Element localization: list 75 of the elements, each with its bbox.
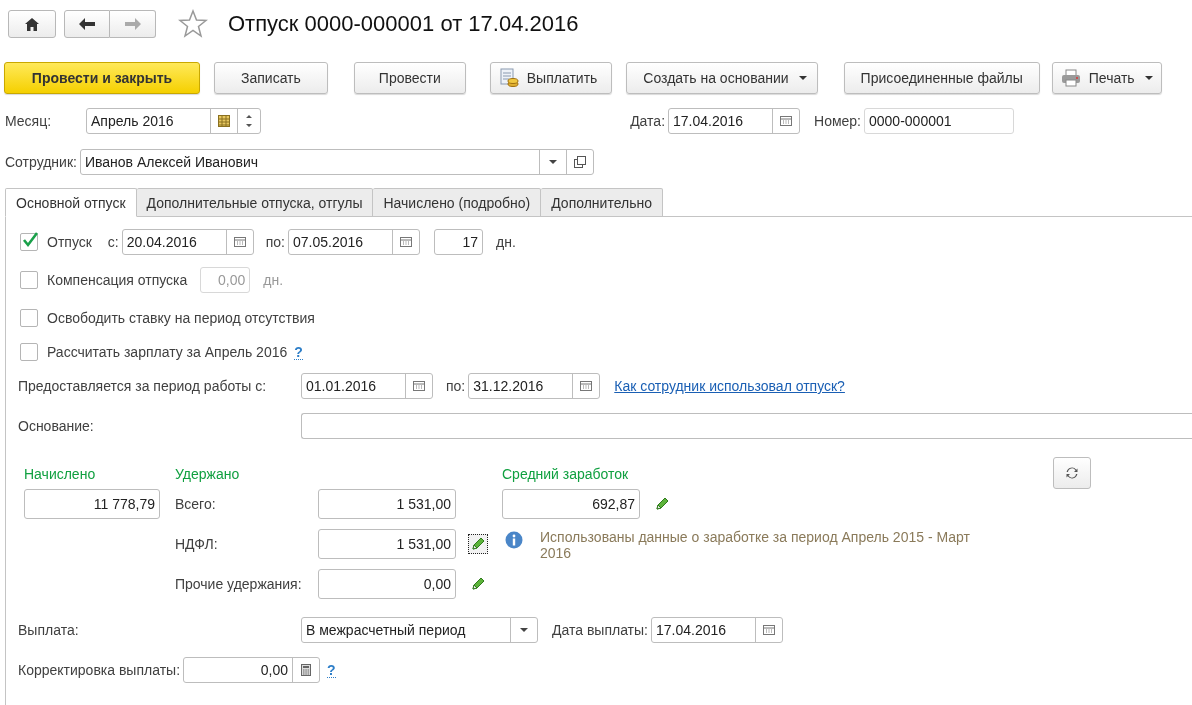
month-label: Месяц: xyxy=(5,113,53,129)
tab[interactable]: Начислено (подробно) xyxy=(373,188,542,217)
tab[interactable]: Дополнительные отпуска, отгулы xyxy=(136,188,374,217)
toolbar-button[interactable]: Создать на основании xyxy=(626,62,818,94)
window-title: Отпуск 0000-000001 от 17.04.2016 xyxy=(228,11,579,37)
checkbox-label[interactable]: Рассчитать зарплату за Апрель 2016 xyxy=(47,344,288,360)
star-icon[interactable] xyxy=(178,9,208,39)
checkbox[interactable] xyxy=(20,343,38,361)
withheld-field[interactable]: 0,00 xyxy=(318,569,456,599)
basis-label: Основание: xyxy=(18,418,95,434)
caret-icon xyxy=(798,76,807,80)
toolbar-button[interactable]: Провести и закрыть xyxy=(4,62,200,94)
withheld-label: Всего: xyxy=(175,496,217,512)
accrued-heading: Начислено xyxy=(24,466,97,482)
compensation-field: 0,00 xyxy=(200,267,251,293)
date-label: Дата: xyxy=(630,113,665,129)
number-label: Номер: xyxy=(814,113,861,129)
usage-link[interactable]: Как сотрудник использовал отпуск? xyxy=(614,378,845,394)
refresh-icon xyxy=(1066,467,1078,479)
average-field[interactable]: 692,87 xyxy=(502,489,640,519)
date-field[interactable]: 01.01.2016 xyxy=(301,373,433,399)
caret-icon xyxy=(1144,76,1153,80)
from-label: с: xyxy=(107,234,119,250)
withheld-heading: Удержано xyxy=(175,466,241,482)
withheld-field[interactable]: 1 531,00 xyxy=(318,529,456,559)
toolbar-button[interactable]: Присоединенные файлы xyxy=(843,62,1040,94)
date-field[interactable]: 17.04.2016 xyxy=(651,617,783,643)
payment-select[interactable]: В межрасчетный период xyxy=(301,617,538,643)
average-earnings-note: Использованы данные о заработке за период Апрель 2015 - Март 2016 xyxy=(540,529,971,561)
correction-label: Корректировка выплаты: xyxy=(18,662,181,678)
period-label: Предоставляется за период работы с: xyxy=(18,378,268,394)
toolbar-button[interactable]: Выплатить xyxy=(489,62,613,94)
number-field[interactable]: 0000-000001 xyxy=(864,108,1014,134)
payment-date-label: Дата выплаты: xyxy=(552,622,648,638)
printer-icon xyxy=(1060,69,1081,87)
help-link[interactable]: ? xyxy=(294,344,303,360)
date-field[interactable]: 17.04.2016 xyxy=(668,108,800,134)
to-label: по: xyxy=(265,234,285,250)
employee-label: Сотрудник: xyxy=(5,153,77,170)
toolbar-button[interactable]: Записать xyxy=(214,62,328,94)
checkbox[interactable] xyxy=(20,309,38,327)
date-field[interactable]: 31.12.2016 xyxy=(468,373,601,399)
days-unit: дн. xyxy=(496,234,516,250)
toolbar-button[interactable]: Провести xyxy=(353,62,466,94)
withheld-label: НДФЛ: xyxy=(175,536,219,552)
help-link[interactable]: ? xyxy=(327,662,336,678)
info-icon xyxy=(505,531,523,549)
forward-arrow-icon xyxy=(124,18,141,30)
refresh-button[interactable] xyxy=(1053,457,1091,489)
date-field[interactable]: 07.05.2016 xyxy=(288,229,420,255)
withheld-label: Прочие удержания: xyxy=(175,576,303,592)
back-arrow-icon xyxy=(79,18,95,30)
correction-field[interactable]: 0,00 xyxy=(183,657,321,683)
to-label: по: xyxy=(446,378,466,394)
month-field[interactable]: Апрель 2016 xyxy=(86,108,261,134)
checkbox[interactable] xyxy=(20,233,38,251)
back-button[interactable] xyxy=(64,10,110,38)
days-unit: дн. xyxy=(263,272,284,288)
toolbar-button[interactable]: Печать xyxy=(1051,62,1162,94)
checkbox-label[interactable]: Отпуск xyxy=(47,234,92,250)
employee-field[interactable]: Иванов Алексей Иванович xyxy=(79,148,594,175)
coins-document-icon xyxy=(498,68,519,88)
edit-pencil-icon[interactable] xyxy=(468,534,488,554)
home-icon xyxy=(25,17,39,31)
tab[interactable]: Дополнительно xyxy=(541,188,663,217)
days-field[interactable]: 17 xyxy=(434,229,483,255)
payment-label: Выплата: xyxy=(18,622,80,638)
accrued-field[interactable]: 11 778,79 xyxy=(24,489,160,519)
date-field[interactable]: 20.04.2016 xyxy=(121,229,254,255)
home-button[interactable] xyxy=(8,10,56,38)
checkbox-label[interactable]: Освободить ставку на период отсутствия xyxy=(47,310,315,326)
average-heading: Средний заработок xyxy=(502,466,629,482)
withheld-field[interactable]: 1 531,00 xyxy=(318,489,456,519)
basis-field[interactable] xyxy=(301,413,1192,439)
tab[interactable]: Основной отпуск xyxy=(5,188,137,217)
